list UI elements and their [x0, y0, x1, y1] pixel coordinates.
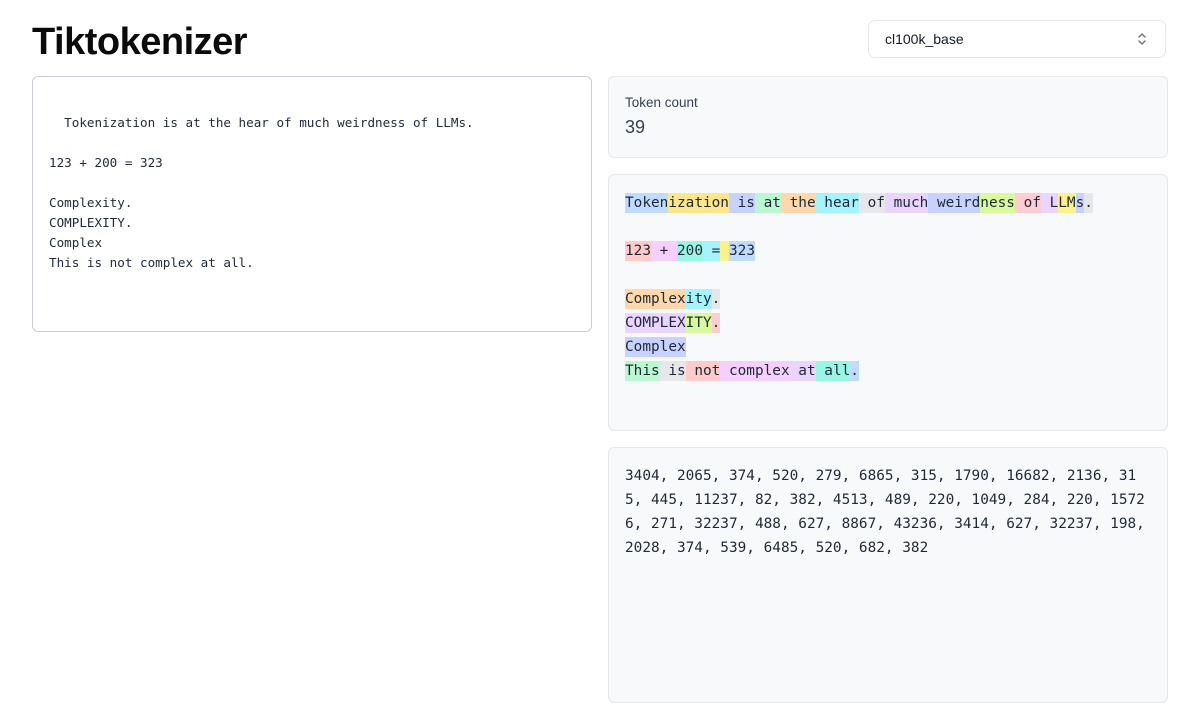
token-span: s [1075, 193, 1085, 213]
resize-grip-icon[interactable] [579, 319, 589, 329]
token-span [720, 241, 729, 261]
token-span: This [625, 361, 660, 381]
token-span: = [703, 241, 721, 261]
token-span: complex [720, 361, 790, 381]
token-span: . [1084, 193, 1093, 213]
token-span: Complex [625, 337, 686, 357]
token-span: 200 [677, 241, 703, 261]
token-span: 323 [729, 241, 755, 261]
token-span: Token [625, 193, 669, 213]
token-span: weird [928, 193, 981, 213]
token-span: all [815, 361, 851, 381]
encoding-select[interactable]: cl100k_base [868, 20, 1166, 58]
encoding-select-value: cl100k_base [885, 31, 964, 47]
token-span: 123 [625, 241, 651, 261]
token-span: at [754, 193, 781, 213]
token-span: Complex [625, 289, 686, 309]
token-ids-panel: 3404, 2065, 374, 520, 279, 6865, 315, 17… [608, 447, 1168, 703]
token-span: the [780, 193, 816, 213]
token-span: + [651, 241, 669, 261]
token-ids-text: 3404, 2065, 374, 520, 279, 6865, 315, 17… [625, 468, 1145, 556]
token-span: at [789, 361, 816, 381]
token-span: . [711, 289, 721, 309]
token-span: ness [980, 193, 1015, 213]
token-span: ITY [685, 313, 712, 333]
prompt-text: Tokenization is at the hear of much weir… [49, 115, 474, 270]
page-title: Tiktokenizer [32, 21, 248, 63]
token-span: of [858, 193, 885, 213]
token-span: COMPLEX [625, 313, 686, 333]
token-span: LM [1058, 193, 1076, 213]
token-span: not [685, 361, 721, 381]
tokenized-text-panel: Tokenization is at the hear of much weir… [608, 174, 1168, 431]
token-span [668, 241, 677, 261]
token-span: much [884, 193, 929, 213]
token-count-value: 39 [625, 117, 646, 137]
token-span: ization [668, 193, 729, 213]
token-span: is [659, 361, 686, 381]
token-span: . [850, 361, 859, 381]
prompt-textarea[interactable]: Tokenization is at the hear of much weir… [32, 76, 592, 332]
token-count-card: Token count 39 [608, 76, 1168, 158]
token-count-label: Token count [625, 95, 698, 110]
token-span: is [728, 193, 755, 213]
chevron-up-down-icon [1137, 31, 1147, 47]
token-span: . [711, 313, 721, 333]
token-span: L [1040, 193, 1059, 213]
token-span: hear [815, 193, 859, 213]
token-span: ity [685, 289, 712, 309]
token-span: of [1014, 193, 1041, 213]
